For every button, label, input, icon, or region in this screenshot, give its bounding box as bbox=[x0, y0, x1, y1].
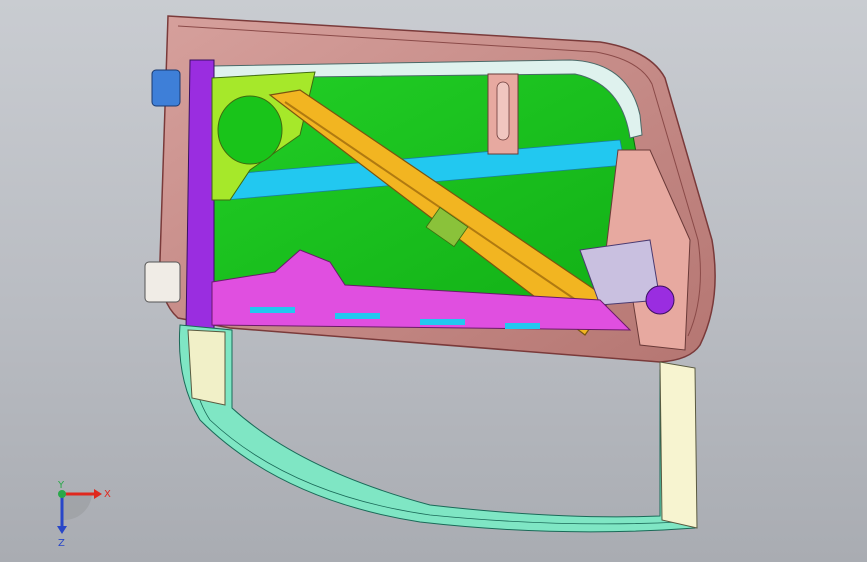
latch-motor[interactable] bbox=[645, 285, 675, 315]
belt-slot-2 bbox=[335, 313, 380, 319]
z-axis-arrow bbox=[57, 526, 67, 534]
front-pillar-purple[interactable] bbox=[185, 59, 215, 331]
upper-hinge[interactable] bbox=[151, 69, 181, 107]
bracket-hole bbox=[217, 95, 283, 165]
triad-shadow-arc bbox=[62, 494, 92, 521]
belt-slot-3 bbox=[420, 319, 465, 325]
lower-frame-inner-line bbox=[189, 334, 681, 525]
lower-hinge[interactable] bbox=[144, 261, 181, 303]
belt-slot-4 bbox=[505, 323, 540, 329]
belt-slot-1 bbox=[250, 307, 295, 313]
door-assembly-model[interactable]: X Y Z bbox=[0, 0, 867, 562]
top-mount-slot bbox=[496, 81, 510, 141]
x-axis-label: X bbox=[104, 489, 111, 500]
y-axis-dot bbox=[58, 490, 66, 498]
rear-window-post[interactable] bbox=[659, 361, 698, 529]
cad-3d-viewport[interactable]: X Y Z bbox=[0, 0, 867, 562]
y-axis-label: Y bbox=[57, 480, 65, 491]
x-axis-arrow bbox=[94, 489, 102, 499]
lower-left-guide-block[interactable] bbox=[187, 329, 226, 406]
z-axis-label: Z bbox=[58, 538, 65, 549]
coordinate-triad: X Y Z bbox=[57, 480, 111, 549]
